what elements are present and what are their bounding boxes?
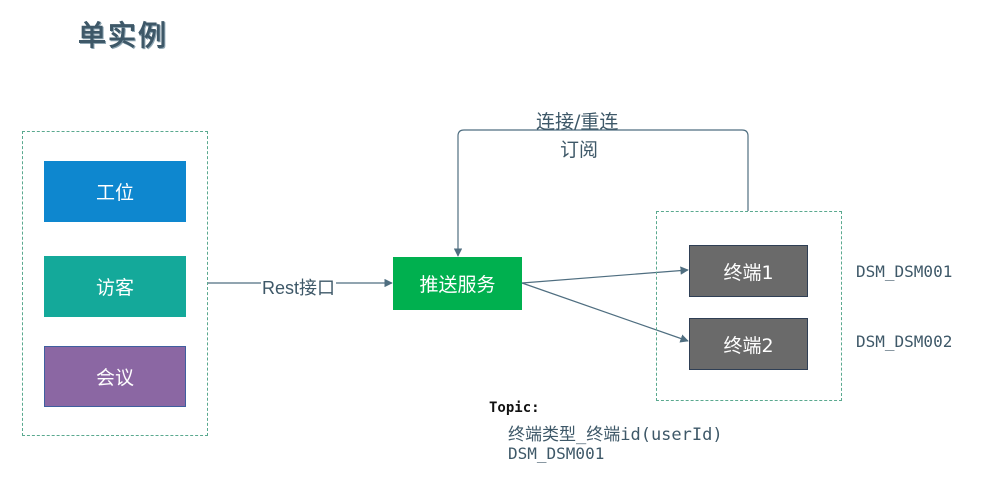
connect-label: 连接/重连 — [536, 111, 619, 133]
visitor-node: 访客 — [44, 256, 186, 317]
topic-example: DSM_DSM001 — [508, 444, 605, 463]
topic-heading: Topic: — [489, 400, 540, 416]
terminal1-id: DSM_DSM001 — [856, 262, 953, 281]
topic-format: 终端类型_终端id(userId) — [508, 425, 723, 445]
meeting-node: 会议 — [44, 346, 186, 407]
terminal-group — [656, 211, 842, 401]
push-service-node: 推送服务 — [393, 257, 522, 310]
terminal1-node: 终端1 — [689, 245, 808, 297]
rest-label: Rest接口 — [261, 274, 337, 300]
subscribe-label: 订阅 — [560, 139, 599, 161]
terminal2-id: DSM_DSM002 — [856, 332, 953, 351]
terminal2-node: 终端2 — [689, 318, 808, 370]
workstation-node: 工位 — [44, 161, 186, 222]
